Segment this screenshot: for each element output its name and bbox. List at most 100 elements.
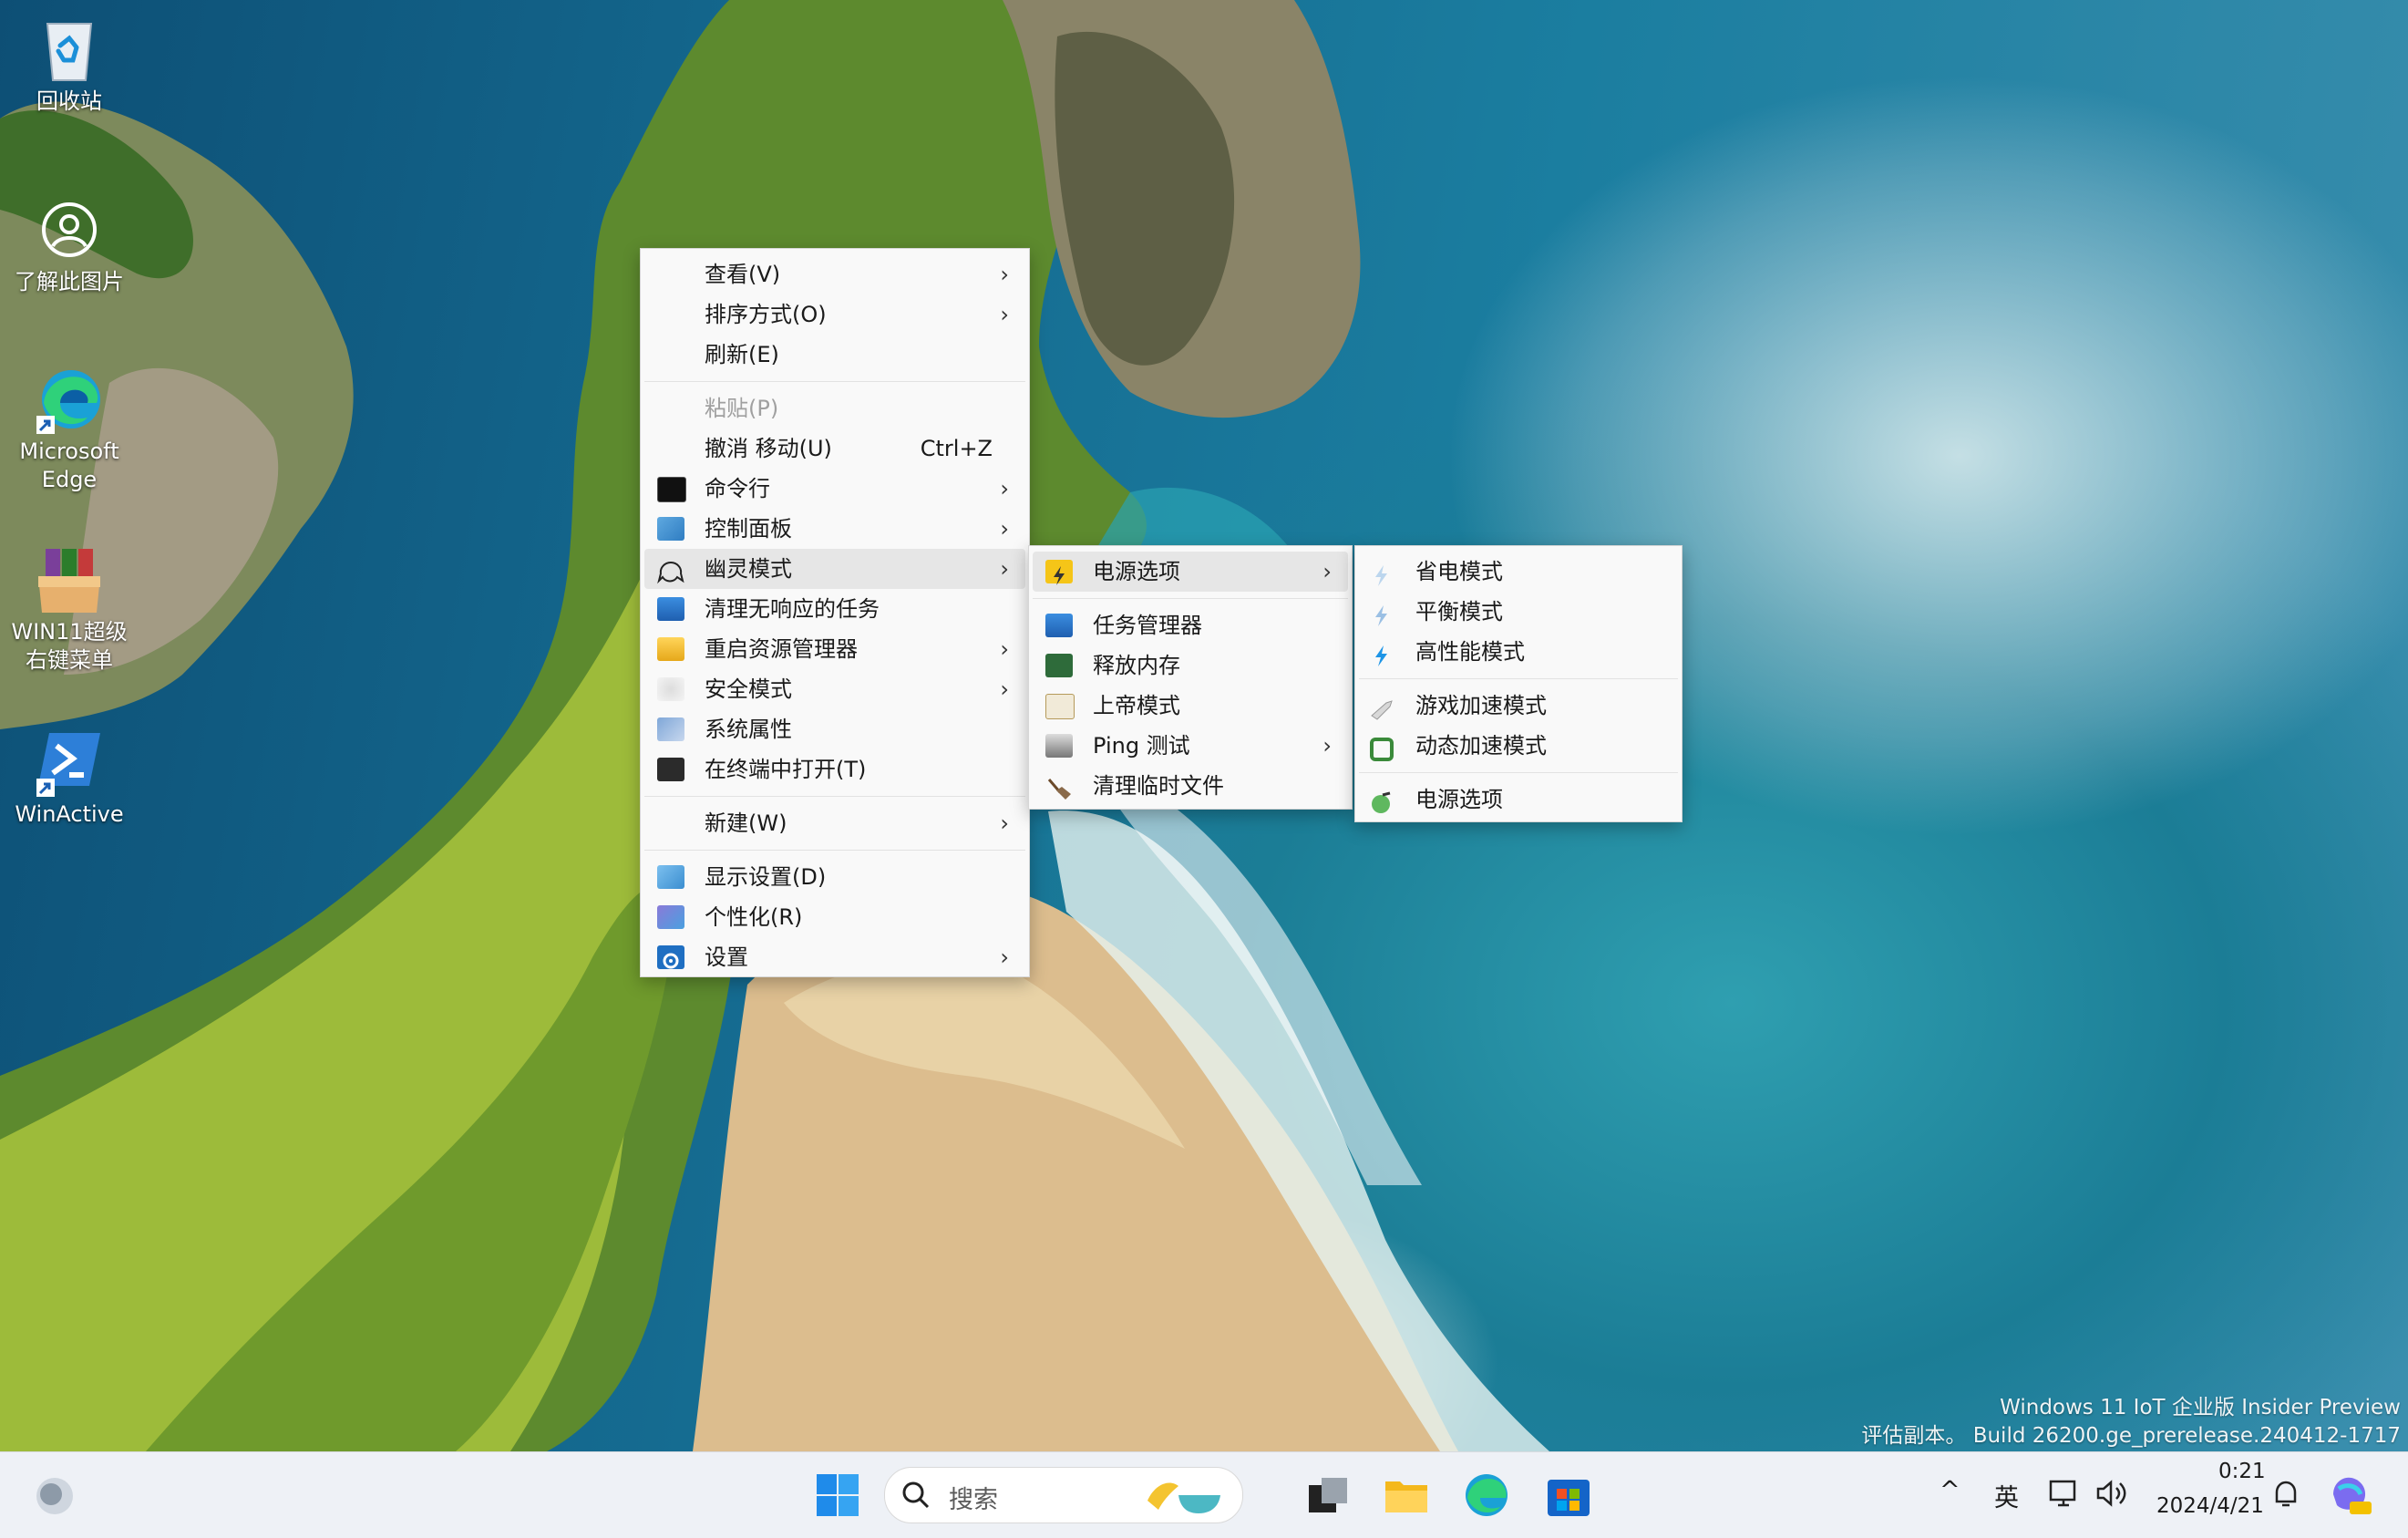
widgets-icon[interactable] — [33, 1474, 77, 1518]
search-placeholder: 搜索 — [949, 1486, 998, 1514]
rocket-icon — [1368, 694, 1395, 720]
menu-item-safe-mode[interactable]: 安全模式 › — [641, 669, 1029, 709]
clock-time[interactable]: 0:21 — [2218, 1460, 2266, 1483]
computer-icon — [657, 717, 684, 741]
chevron-right-icon: › — [1000, 556, 1009, 582]
desktop-icon-label: Edge — [41, 467, 98, 492]
ghost-mode-submenu: 电源选项 › 任务管理器 释放内存 上帝模式 Ping 测试 › 清理临时文件 — [1028, 545, 1353, 810]
lightning-icon — [1045, 560, 1073, 585]
menu-item-open-terminal[interactable]: 在终端中打开(T) — [641, 749, 1029, 790]
lightning-half-icon — [1368, 600, 1395, 626]
submenu-item-dynamic-boost[interactable]: 动态加速模式 — [1355, 726, 1682, 766]
menu-item-clear-tasks[interactable]: 清理无响应的任务 — [641, 589, 1029, 629]
menu-separator — [644, 381, 1025, 382]
shortcut-label: Ctrl+Z — [920, 436, 993, 461]
menu-item-cmd[interactable]: 命令行 › — [641, 469, 1029, 509]
task-manager-icon — [1045, 614, 1073, 637]
menu-separator — [644, 850, 1025, 851]
memory-icon — [1045, 654, 1073, 677]
menu-separator — [644, 796, 1025, 797]
menu-item-settings[interactable]: 设置 › — [641, 937, 1029, 977]
desktop-icon-win11-menu[interactable]: WIN11超级 右键菜单 — [7, 543, 131, 675]
menu-item-new[interactable]: 新建(W) › — [641, 803, 1029, 843]
desktop-icon-label: 右键菜单 — [26, 647, 113, 673]
winrar-box-icon — [33, 543, 106, 616]
submenu-item-balanced[interactable]: 平衡模式 — [1355, 592, 1682, 632]
task-manager-icon — [657, 597, 684, 621]
display-icon — [657, 865, 684, 889]
watermark-line2: 评估副本。 Build 26200.ge_prerelease.240412-1… — [1861, 1424, 2401, 1448]
chevron-right-icon: › — [1322, 559, 1332, 584]
power-submenu: 省电模式 平衡模式 高性能模式 游戏加速模式 动态加速模式 电源选项 — [1354, 545, 1683, 822]
lightning-faded-icon — [1368, 560, 1395, 586]
menu-item-ghost-mode[interactable]: 幽灵模式 › — [644, 549, 1025, 589]
submenu-item-power-options[interactable]: 电源选项 › — [1033, 552, 1348, 592]
desktop-icon-edge[interactable]: Microsoft Edge — [7, 363, 131, 494]
submenu-item-free-memory[interactable]: 释放内存 — [1029, 645, 1352, 686]
network-icon[interactable] — [2047, 1478, 2080, 1512]
chevron-right-icon: › — [1000, 676, 1009, 702]
lightning-icon — [1368, 640, 1395, 666]
chevron-right-icon: › — [1000, 516, 1009, 542]
chevron-right-icon: › — [1000, 944, 1009, 970]
task-view-icon[interactable] — [1303, 1471, 1353, 1520]
menu-item-paste: 粘贴(P) — [705, 396, 779, 421]
menu-separator — [1033, 598, 1348, 599]
copilot-icon[interactable] — [2326, 1471, 2373, 1522]
menu-item-undo-move[interactable]: 撤消 移动(U) Ctrl+Z — [641, 428, 1029, 469]
desktop-icon-label: Microsoft — [19, 439, 119, 464]
desktop-icon-learn-picture[interactable]: 了解此图片 — [7, 193, 131, 296]
volume-icon[interactable] — [2094, 1478, 2129, 1512]
camera-icon — [33, 193, 106, 266]
submenu-item-ping-test[interactable]: Ping 测试 › — [1029, 726, 1352, 766]
store-icon[interactable] — [1544, 1471, 1593, 1520]
desktop-icon-label: 回收站 — [36, 88, 102, 114]
submenu-item-power-options-2[interactable]: 电源选项 — [1355, 779, 1682, 820]
square-green-icon — [1368, 734, 1395, 761]
submenu-item-game-boost[interactable]: 游戏加速模式 — [1355, 686, 1682, 726]
control-panel-icon — [657, 517, 684, 541]
edge-icon — [33, 363, 106, 436]
taskbar: 搜索 ^ 英 0:21 2024/4/21 — [0, 1451, 2408, 1538]
submenu-item-clean-temp[interactable]: 清理临时文件 — [1029, 766, 1352, 806]
search-icon — [901, 1481, 931, 1513]
watermark-line1: Windows 11 IoT 企业版 Insider Preview — [2000, 1396, 2401, 1419]
menu-item-personalize[interactable]: 个性化(R) — [641, 897, 1029, 937]
folder-icon — [657, 637, 684, 661]
submenu-item-task-manager[interactable]: 任务管理器 — [1029, 605, 1352, 645]
search-box[interactable]: 搜索 — [884, 1467, 1243, 1523]
cmd-icon — [657, 477, 686, 502]
gear-faded-icon — [657, 677, 684, 701]
chevron-right-icon: › — [1000, 262, 1009, 287]
notification-bell-icon[interactable] — [2269, 1478, 2302, 1514]
desktop-icon-label: WIN11超级 — [11, 619, 128, 645]
start-button[interactable] — [813, 1471, 862, 1520]
menu-separator — [1359, 772, 1678, 773]
desktop-context-menu: 查看(V) › 排序方式(O) › 刷新(E) 粘贴(P) 撤消 移动(U) C… — [640, 248, 1030, 977]
menu-item-control-panel[interactable]: 控制面板 › — [641, 509, 1029, 549]
edge-taskbar-icon[interactable] — [1462, 1471, 1511, 1520]
desktop-icon-winactive[interactable]: WinActive — [7, 726, 131, 829]
clock-date[interactable]: 2024/4/21 — [2156, 1494, 2264, 1518]
battery-plug-icon — [1368, 788, 1395, 813]
submenu-item-power-saver[interactable]: 省电模式 — [1355, 552, 1682, 592]
menu-item-refresh[interactable]: 刷新(E) — [641, 335, 1029, 375]
menu-item-display-settings[interactable]: 显示设置(D) — [641, 857, 1029, 897]
menu-item-system-props[interactable]: 系统属性 — [641, 709, 1029, 749]
ime-indicator[interactable]: 英 — [1994, 1478, 2019, 1513]
broom-icon — [1045, 774, 1073, 800]
god-mode-icon — [1045, 694, 1075, 719]
terminal-icon — [657, 758, 684, 781]
file-explorer-icon[interactable] — [1382, 1471, 1431, 1520]
submenu-item-high-performance[interactable]: 高性能模式 — [1355, 632, 1682, 672]
chevron-right-icon: › — [1000, 476, 1009, 501]
desktop-icon-recycle-bin[interactable]: 回收站 — [7, 13, 131, 116]
menu-item-restart-explorer[interactable]: 重启资源管理器 › — [641, 629, 1029, 669]
menu-item-sort[interactable]: 排序方式(O) › — [641, 294, 1029, 335]
recycle-bin-icon — [33, 13, 106, 86]
chevron-right-icon: › — [1000, 810, 1009, 836]
show-hidden-icons[interactable]: ^ — [1940, 1476, 1960, 1504]
menu-item-view[interactable]: 查看(V) › — [641, 254, 1029, 294]
submenu-item-god-mode[interactable]: 上帝模式 — [1029, 686, 1352, 726]
network-computer-icon — [1045, 734, 1073, 758]
